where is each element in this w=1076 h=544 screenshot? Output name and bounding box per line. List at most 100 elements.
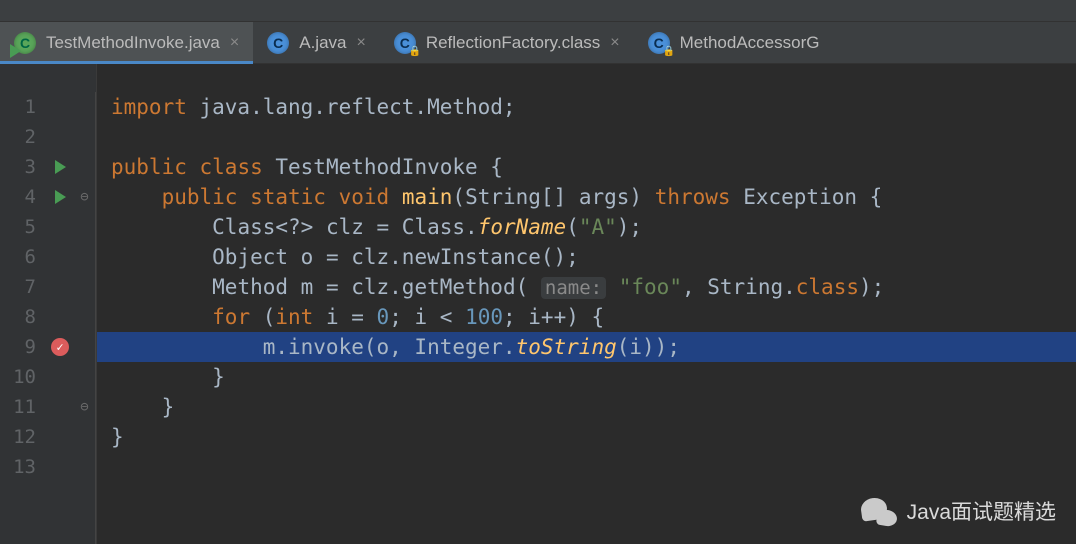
code-line: for (int i = 0; i < 100; i++) {: [97, 302, 1076, 332]
number-literal: 0: [377, 305, 390, 329]
editor-tab[interactable]: C🔒 MethodAccessorG: [634, 22, 834, 63]
line-number[interactable]: 4: [0, 182, 46, 212]
editor: 12345678910111213 ✓ ⊖⊖ import java.lang.…: [0, 64, 1076, 544]
static-method: forName: [478, 215, 567, 239]
code-line: Object o = clz.newInstance();: [97, 242, 1076, 272]
code-line: Method m = clz.getMethod( name: "foo", S…: [97, 272, 1076, 302]
code-line: }: [97, 422, 1076, 452]
lock-icon: 🔒: [663, 47, 673, 57]
fold-close-icon[interactable]: ⊖: [80, 399, 88, 415]
tab-label: ReflectionFactory.class: [426, 33, 600, 53]
param-hint: name:: [541, 277, 606, 299]
keyword: int: [275, 305, 313, 329]
tab-label: TestMethodInvoke.java: [46, 33, 220, 53]
close-icon[interactable]: ×: [610, 34, 619, 52]
code-line: [97, 122, 1076, 152]
line-number[interactable]: 3: [0, 152, 46, 182]
class-icon: C: [14, 32, 36, 54]
watermark: Java面试题精选: [861, 496, 1056, 526]
keyword: public: [111, 155, 187, 179]
code-line: Class<?> clz = Class.forName("A");: [97, 212, 1076, 242]
string-literal: "foo": [619, 275, 682, 299]
code-text: ; i <: [389, 305, 465, 329]
line-number[interactable]: 7: [0, 272, 46, 302]
breadcrumb-bar: [0, 0, 1076, 22]
code-text: Method m = clz.getMethod(: [212, 275, 541, 299]
keyword: import: [111, 95, 187, 119]
line-number[interactable]: 5: [0, 212, 46, 242]
keyword: static: [250, 185, 326, 209]
code-text: [606, 275, 619, 299]
code-text: (i));: [617, 335, 680, 359]
gutter-marker[interactable]: ✓: [51, 332, 69, 362]
string-literal: "A": [579, 215, 617, 239]
line-number[interactable]: 9: [0, 332, 46, 362]
editor-tab[interactable]: CA.java×: [253, 22, 380, 63]
line-number[interactable]: 12: [0, 422, 46, 452]
line-number[interactable]: 11: [0, 392, 46, 422]
code-text: m.invoke(o, Integer.: [263, 335, 516, 359]
line-numbers: 12345678910111213: [0, 92, 46, 544]
gutter-marker[interactable]: [55, 152, 66, 182]
code-line: public class TestMethodInvoke {: [97, 152, 1076, 182]
method-name: main: [402, 185, 453, 209]
line-number[interactable]: 13: [0, 452, 46, 482]
code-text: (: [566, 215, 579, 239]
code-text: }: [212, 365, 225, 389]
fold-marker[interactable]: ⊖: [80, 182, 88, 212]
run-icon[interactable]: [55, 160, 66, 174]
code-line: import java.lang.reflect.Method;: [97, 92, 1076, 122]
line-number[interactable]: 6: [0, 242, 46, 272]
wechat-icon: [861, 496, 897, 526]
keyword: class: [796, 275, 859, 299]
code-line-highlighted: m.invoke(o, Integer.toString(i));: [97, 332, 1076, 362]
code-text: TestMethodInvoke {: [263, 155, 503, 179]
line-number[interactable]: 10: [0, 362, 46, 392]
gutter: 12345678910111213 ✓ ⊖⊖: [0, 64, 97, 544]
code-text: }: [111, 425, 124, 449]
class-icon: C: [267, 32, 289, 54]
code-line: }: [97, 392, 1076, 422]
close-icon[interactable]: ×: [356, 34, 365, 52]
code-text: }: [162, 395, 175, 419]
code-area[interactable]: import java.lang.reflect.Method; public …: [97, 64, 1076, 544]
code-text: java.lang.reflect.Method;: [187, 95, 516, 119]
editor-tabs: CTestMethodInvoke.java×CA.java×C🔒Reflect…: [0, 22, 1076, 64]
fold-open-icon[interactable]: ⊖: [80, 189, 88, 205]
run-icon[interactable]: [55, 190, 66, 204]
code-line: public static void main(String[] args) t…: [97, 182, 1076, 212]
static-method: toString: [516, 335, 617, 359]
editor-tab[interactable]: C🔒 ReflectionFactory.class ×: [380, 22, 634, 63]
lock-icon: 🔒: [409, 47, 419, 57]
gutter-marker[interactable]: [55, 182, 66, 212]
code-text: , String.: [682, 275, 796, 299]
code-text: ; i++) {: [503, 305, 604, 329]
code-line: }: [97, 362, 1076, 392]
line-number[interactable]: 2: [0, 122, 46, 152]
keyword: for: [212, 305, 250, 329]
code-line: [97, 452, 1076, 482]
line-number[interactable]: 1: [0, 92, 46, 122]
number-literal: 100: [465, 305, 503, 329]
keyword: class: [200, 155, 263, 179]
keyword: public: [162, 185, 238, 209]
keyword: void: [339, 185, 390, 209]
close-icon[interactable]: ×: [230, 34, 239, 52]
code-text: (String[] args): [452, 185, 654, 209]
run-icon: [10, 44, 21, 58]
code-text: Class<?> clz = Class.: [212, 215, 478, 239]
line-number[interactable]: 8: [0, 302, 46, 332]
fold-marker[interactable]: ⊖: [80, 392, 88, 422]
fold-markers: ⊖⊖: [74, 92, 96, 544]
class-icon: C🔒: [648, 32, 670, 54]
class-icon: C🔒: [394, 32, 416, 54]
code-text: );: [859, 275, 884, 299]
code-text: (: [250, 305, 275, 329]
code-text: Object o = clz.newInstance();: [212, 245, 579, 269]
watermark-text: Java面试题精选: [907, 496, 1056, 526]
editor-tab[interactable]: C TestMethodInvoke.java ×: [0, 22, 253, 63]
breakpoint-icon[interactable]: ✓: [51, 338, 69, 356]
code-text: i =: [313, 305, 376, 329]
gutter-markers: ✓: [46, 92, 74, 544]
tab-label: MethodAccessorG: [680, 33, 820, 53]
